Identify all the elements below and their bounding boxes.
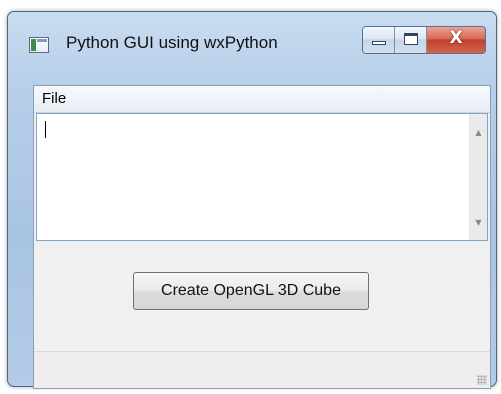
title-bar[interactable]: Python GUI using wxPython X: [8, 12, 496, 72]
status-bar: [34, 351, 490, 388]
client-area: File ▲ ▼ Create OpenGL 3D Cube: [33, 85, 491, 389]
minimize-icon: [372, 41, 386, 45]
text-caret: [45, 121, 46, 138]
maximize-icon: [404, 33, 418, 45]
window-app-icon[interactable]: [29, 37, 49, 53]
caption-buttons: X: [362, 26, 486, 54]
close-icon: X: [449, 28, 463, 48]
create-opengl-cube-button[interactable]: Create OpenGL 3D Cube: [133, 272, 369, 310]
menu-bar: File: [34, 86, 490, 113]
chevron-down-icon[interactable]: ▼: [470, 218, 487, 228]
chevron-up-icon[interactable]: ▲: [470, 128, 487, 138]
app-window: Python GUI using wxPython X File ▲ ▼ Cre…: [7, 11, 497, 389]
minimize-button[interactable]: [363, 27, 395, 53]
close-button[interactable]: X: [427, 27, 485, 53]
menu-file[interactable]: File: [39, 90, 69, 107]
text-area[interactable]: ▲ ▼: [36, 113, 488, 241]
vertical-scrollbar[interactable]: ▲ ▼: [469, 114, 487, 240]
resize-grip-icon[interactable]: [477, 375, 487, 385]
window-title: Python GUI using wxPython: [66, 33, 278, 52]
maximize-button[interactable]: [395, 27, 427, 53]
